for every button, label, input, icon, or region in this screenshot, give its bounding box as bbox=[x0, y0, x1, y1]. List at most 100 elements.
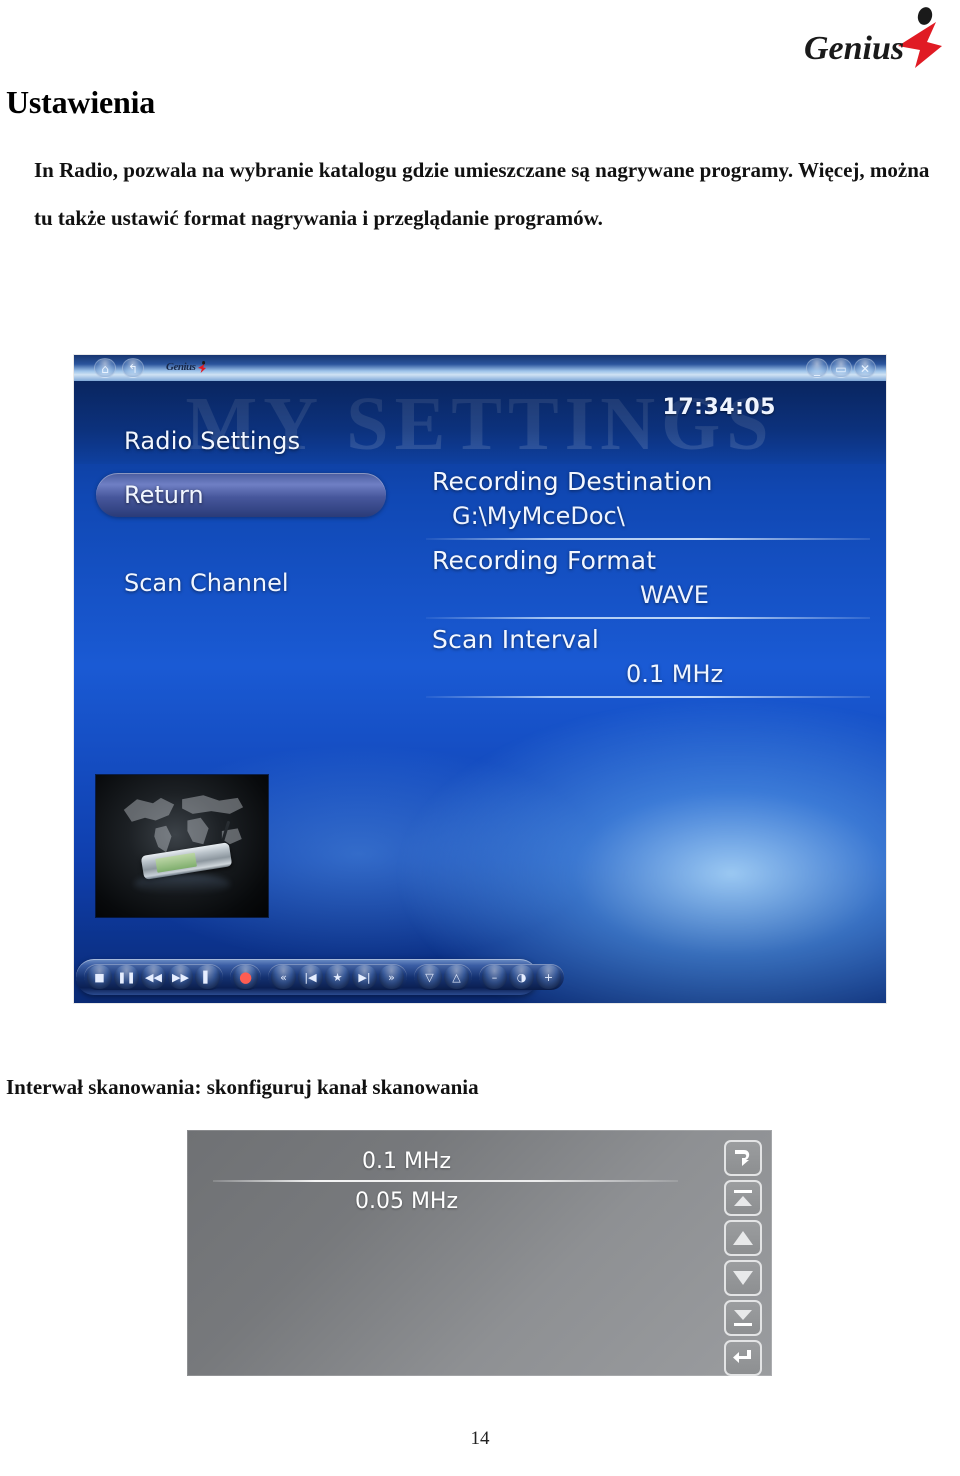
scroll-up-button[interactable] bbox=[724, 1220, 762, 1256]
channel-up-button[interactable]: △ bbox=[444, 965, 469, 989]
minimize-icon[interactable]: _ bbox=[806, 358, 828, 378]
back-arrow-icon[interactable]: ↰ bbox=[122, 358, 144, 378]
window-titlebar: ⌂ ↰ Genius _ ▭ ✕ bbox=[74, 355, 886, 381]
setting-label: Recording Destination bbox=[432, 467, 713, 496]
next-fast-glyph: » bbox=[388, 970, 395, 984]
record-button[interactable]: ● bbox=[233, 965, 258, 989]
stop-glyph: ■ bbox=[94, 970, 105, 984]
figure-caption: Interwał skanowania: skonfiguruj kanał s… bbox=[6, 1075, 479, 1099]
setting-recording-format[interactable]: Recording Format WAVE bbox=[426, 546, 870, 625]
rewind-glyph: ◀◀ bbox=[145, 970, 162, 984]
menu-spacer bbox=[96, 517, 386, 561]
channel-button-group: ▽ △ bbox=[414, 964, 472, 990]
setting-value: WAVE bbox=[640, 581, 709, 609]
menu-item-label: Return bbox=[124, 481, 204, 509]
curved-back-arrow-icon bbox=[735, 1150, 750, 1166]
record-glyph: ● bbox=[238, 967, 253, 986]
settings-list: Recording Destination G:\MyMceDoc\ Recor… bbox=[426, 467, 870, 704]
pause-button[interactable]: ❚❚ bbox=[114, 965, 139, 989]
navigation-button-group: « |◀ ★ ▶| » bbox=[268, 964, 407, 990]
option-label: 0.05 MHz bbox=[354, 1188, 459, 1214]
scan-interval-option-list: 0.1 MHz 0.05 MHz bbox=[187, 1142, 688, 1220]
page-down-icon bbox=[734, 1310, 752, 1326]
radio-device-thumbnail bbox=[96, 775, 268, 917]
back-arrow-button[interactable] bbox=[724, 1140, 762, 1176]
favorite-glyph: ★ bbox=[332, 970, 343, 984]
genius-logo: Genius bbox=[796, 6, 946, 74]
up-triangle-icon bbox=[733, 1231, 753, 1245]
dialog-nav-buttons bbox=[724, 1140, 762, 1376]
home-glyph: ⌂ bbox=[101, 362, 109, 376]
setting-separator bbox=[426, 696, 870, 698]
prev-fast-glyph: « bbox=[280, 970, 287, 984]
page-up-icon bbox=[734, 1190, 752, 1206]
enter-arrow-icon bbox=[733, 1350, 751, 1363]
volume-up-button[interactable]: + bbox=[536, 965, 561, 989]
setting-separator bbox=[426, 617, 870, 619]
page-down-button[interactable] bbox=[724, 1300, 762, 1336]
scan-interval-dialog: 0.1 MHz 0.05 MHz bbox=[187, 1130, 772, 1376]
down-triangle-icon bbox=[733, 1271, 753, 1285]
fast-forward-glyph: ▶▶ bbox=[172, 970, 189, 984]
mute-button[interactable]: ◑ bbox=[509, 965, 534, 989]
intro-paragraph: In Radio, pozwala na wybranie katalogu g… bbox=[34, 158, 930, 230]
menu-item-scan-channel[interactable]: Scan Channel bbox=[96, 561, 386, 605]
rewind-button[interactable]: ◀◀ bbox=[141, 965, 166, 989]
clock-display: 17:34:05 bbox=[662, 395, 776, 420]
previous-track-glyph: |◀ bbox=[304, 970, 317, 984]
skip-end-button[interactable]: ▌ bbox=[195, 965, 220, 989]
minimize-glyph: _ bbox=[814, 362, 820, 376]
prev-fast-button[interactable]: « bbox=[271, 965, 296, 989]
skip-end-glyph: ▌ bbox=[203, 970, 212, 984]
mute-glyph: ◑ bbox=[516, 970, 527, 984]
scroll-down-button[interactable] bbox=[724, 1260, 762, 1296]
volume-down-glyph: – bbox=[491, 970, 498, 984]
transport-control-bar[interactable]: ■ ❚❚ ◀◀ ▶▶ ▌ ● « |◀ ★ ▶| » ▽ △ – ◑ + bbox=[76, 959, 564, 995]
titlebar-logo-mark bbox=[198, 360, 207, 373]
page-number: 14 bbox=[470, 1428, 490, 1449]
device-reflection bbox=[133, 874, 231, 895]
channel-down-button[interactable]: ▽ bbox=[417, 965, 442, 989]
setting-recording-destination[interactable]: Recording Destination G:\MyMceDoc\ bbox=[426, 467, 870, 546]
maximize-icon[interactable]: ▭ bbox=[830, 358, 852, 378]
next-track-button[interactable]: ▶| bbox=[352, 965, 377, 989]
channel-down-glyph: ▽ bbox=[425, 970, 434, 984]
titlebar-logo: Genius bbox=[166, 357, 207, 377]
svg-text:Genius: Genius bbox=[804, 30, 904, 67]
menu-item-return[interactable]: Return bbox=[96, 473, 386, 517]
pause-glyph: ❚❚ bbox=[117, 970, 136, 984]
volume-button-group: – ◑ + bbox=[479, 964, 564, 990]
next-fast-button[interactable]: » bbox=[379, 965, 404, 989]
record-button-group: ● bbox=[230, 964, 261, 990]
page-up-button[interactable] bbox=[724, 1180, 762, 1216]
setting-value: 0.1 MHz bbox=[626, 660, 724, 688]
volume-up-glyph: + bbox=[543, 970, 554, 984]
channel-up-glyph: △ bbox=[452, 970, 461, 984]
media-center-screenshot: MY SETTINGS ⌂ ↰ Genius _ ▭ bbox=[74, 355, 886, 1003]
scan-interval-option-selected[interactable]: 0.1 MHz bbox=[187, 1142, 688, 1180]
setting-value: G:\MyMceDoc\ bbox=[452, 502, 625, 530]
favorite-button[interactable]: ★ bbox=[325, 965, 350, 989]
setting-label: Scan Interval bbox=[432, 625, 600, 654]
option-label: 0.1 MHz bbox=[361, 1148, 452, 1174]
setting-label: Recording Format bbox=[432, 546, 657, 575]
maximize-glyph: ▭ bbox=[835, 362, 847, 376]
page-title: Ustawienia bbox=[6, 84, 156, 120]
settings-menu: Return Scan Channel bbox=[96, 473, 386, 605]
volume-down-button[interactable]: – bbox=[482, 965, 507, 989]
back-glyph: ↰ bbox=[127, 362, 139, 376]
home-icon[interactable]: ⌂ bbox=[94, 358, 116, 378]
fast-forward-button[interactable]: ▶▶ bbox=[168, 965, 193, 989]
enter-button[interactable] bbox=[724, 1340, 762, 1376]
previous-track-button[interactable]: |◀ bbox=[298, 965, 323, 989]
setting-separator bbox=[426, 538, 870, 540]
titlebar-logo-text: Genius bbox=[166, 361, 196, 373]
stop-button[interactable]: ■ bbox=[87, 965, 112, 989]
section-title: Radio Settings bbox=[124, 427, 301, 455]
next-track-glyph: ▶| bbox=[358, 970, 371, 984]
close-icon[interactable]: ✕ bbox=[854, 358, 876, 378]
close-glyph: ✕ bbox=[859, 362, 871, 376]
scan-interval-option[interactable]: 0.05 MHz bbox=[187, 1182, 688, 1220]
setting-scan-interval[interactable]: Scan Interval 0.1 MHz bbox=[426, 625, 870, 704]
device-lcd-screen bbox=[155, 852, 198, 873]
